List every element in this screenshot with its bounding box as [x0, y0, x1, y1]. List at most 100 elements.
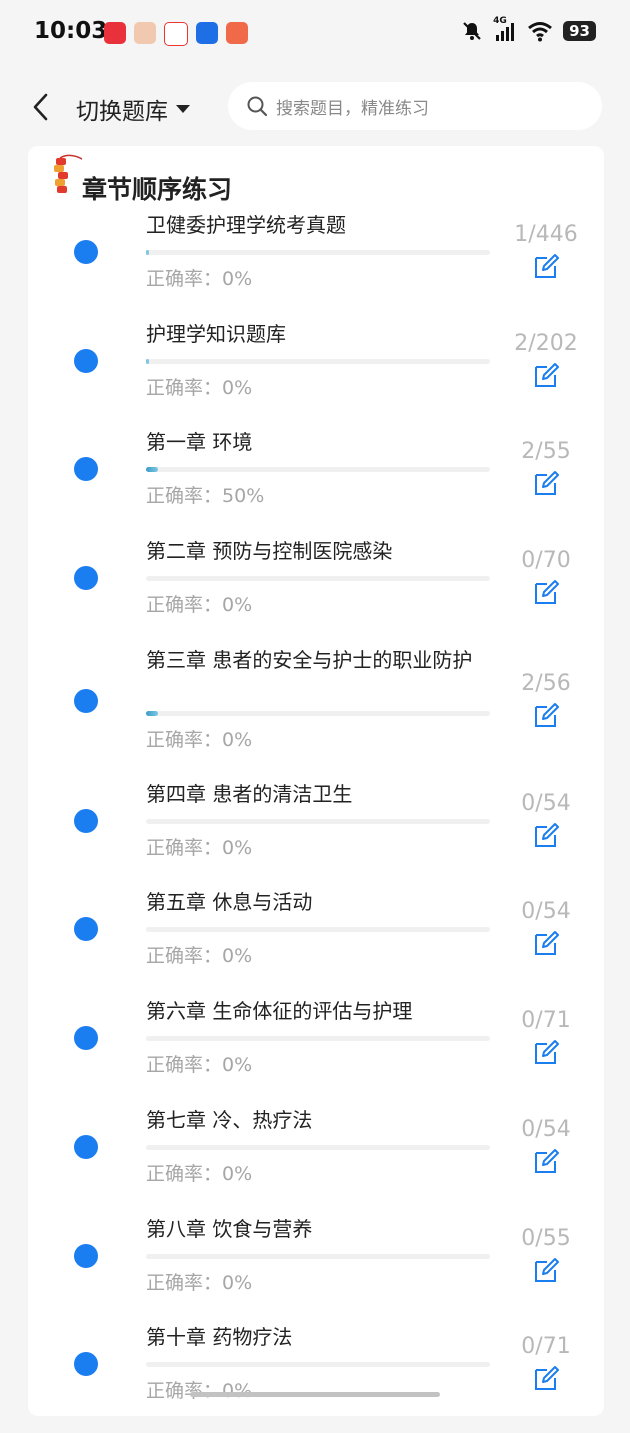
- chapter-row[interactable]: 第一章 环境 正确率：50% 2/55: [28, 429, 604, 538]
- mute-bell-icon: [463, 22, 481, 40]
- edit-icon[interactable]: [532, 252, 560, 280]
- chapter-row[interactable]: 第十章 药物疗法 正确率：0% 0/71: [28, 1324, 604, 1433]
- accuracy-value: 0%: [222, 1271, 253, 1294]
- progress-count: 2/202: [514, 330, 578, 356]
- status-dot: [74, 1243, 98, 1268]
- accuracy-label: 正确率：: [146, 1162, 223, 1185]
- edit-icon[interactable]: [532, 701, 560, 729]
- accuracy-value: 0%: [222, 594, 253, 617]
- accuracy-label: 正确率：: [146, 268, 223, 290]
- accuracy-label: 正确率：: [146, 594, 223, 617]
- app-icon: [164, 22, 188, 46]
- progress-bar: [146, 1036, 490, 1042]
- accuracy-label: 正确率：: [146, 1054, 223, 1077]
- edit-icon[interactable]: [532, 1038, 560, 1066]
- progress-fill: [146, 710, 159, 716]
- chapter-row[interactable]: 第六章 生命体征的评估与护理 正确率：0% 0/71: [28, 998, 604, 1107]
- status-time: 10:03: [34, 18, 108, 44]
- status-dot: [74, 688, 98, 713]
- search-input[interactable]: 搜索题目，精准练习: [228, 82, 602, 130]
- chapter-title: 第十章 药物疗法: [146, 1325, 293, 1350]
- section-title: 章节顺序练习: [82, 175, 233, 204]
- chapter-row[interactable]: 卫健委护理学统考真题 正确率：0% 1/446: [28, 212, 604, 321]
- accuracy-value: 0%: [222, 1162, 253, 1185]
- edit-icon[interactable]: [532, 821, 560, 849]
- progress-count: 2/55: [521, 439, 571, 465]
- search-icon: [247, 96, 268, 117]
- progress-count: 1/446: [514, 222, 578, 247]
- wifi-icon: [528, 22, 553, 42]
- progress-fill: [146, 467, 159, 473]
- battery-icon: 93: [563, 21, 596, 41]
- progress-bar: [146, 576, 490, 582]
- edit-icon[interactable]: [532, 1147, 560, 1175]
- edit-icon[interactable]: [532, 469, 560, 497]
- progress-count: 0/71: [521, 1334, 571, 1360]
- app-icon: [104, 22, 126, 44]
- chevron-left-icon[interactable]: [26, 90, 56, 124]
- switch-bank-label: 切换题库: [76, 99, 168, 125]
- status-bar: 10:03 4G 93: [0, 0, 630, 68]
- progress-bar: [146, 1253, 490, 1259]
- accuracy-value: 0%: [222, 1054, 253, 1077]
- app-icon: [134, 22, 156, 44]
- app-icon: [196, 22, 218, 44]
- home-indicator[interactable]: [190, 1392, 440, 1397]
- chapter-title: 第三章 患者的安全与护士的职业防护: [146, 647, 473, 672]
- accuracy-label: 正确率：: [146, 1271, 223, 1294]
- progress-bar: [146, 1362, 490, 1368]
- status-dot: [74, 348, 98, 373]
- accuracy-text: 正确率：0%: [146, 1050, 252, 1077]
- accuracy-value: 0%: [222, 836, 253, 859]
- accuracy-text: 正确率：0%: [146, 941, 252, 968]
- chapter-title: 卫健委护理学统考真题: [146, 213, 346, 237]
- chapter-title: 第五章 休息与活动: [146, 890, 313, 915]
- switch-bank-dropdown[interactable]: 切换题库: [76, 92, 190, 126]
- accuracy-text: 正确率：50%: [146, 481, 264, 508]
- accuracy-text: 正确率：0%: [146, 1376, 252, 1403]
- progress-count: 0/54: [521, 790, 571, 816]
- chapter-list: 卫健委护理学统考真题 正确率：0% 1/446 护理学知识题库 正确率：0% 2…: [28, 212, 604, 1433]
- progress-bar: [146, 818, 490, 824]
- progress-count: 0/55: [521, 1225, 571, 1251]
- chapter-row[interactable]: 第八章 饮食与营养 正确率：0% 0/55: [28, 1216, 604, 1325]
- chapter-row[interactable]: 第七章 冷、热疗法 正确率：0% 0/54: [28, 1107, 604, 1216]
- chapter-title: 第一章 环境: [146, 430, 253, 455]
- chapter-title: 第四章 患者的清洁卫生: [146, 781, 353, 806]
- edit-icon[interactable]: [532, 929, 560, 957]
- chapter-row[interactable]: 护理学知识题库 正确率：0% 2/202: [28, 321, 604, 430]
- app-icon: [226, 22, 248, 44]
- progress-bar: [146, 710, 490, 716]
- chapter-row[interactable]: 第三章 患者的安全与护士的职业防护 正确率：0% 2/56: [28, 647, 604, 781]
- status-dot: [74, 1134, 98, 1159]
- chapter-row[interactable]: 第五章 休息与活动 正确率：0% 0/54: [28, 889, 604, 998]
- edit-icon[interactable]: [532, 578, 560, 606]
- accuracy-text: 正确率：0%: [146, 1159, 252, 1186]
- firecracker-icon: [54, 154, 82, 193]
- status-dot: [74, 240, 98, 264]
- progress-count: 2/56: [521, 670, 571, 696]
- chapter-title: 护理学知识题库: [146, 321, 286, 346]
- edit-icon[interactable]: [532, 1256, 560, 1284]
- accuracy-value: 0%: [222, 945, 253, 968]
- status-indicators: 4G 93: [461, 16, 596, 42]
- progress-bar: [146, 927, 490, 933]
- notification-app-icons: [104, 22, 248, 46]
- accuracy-value: 0%: [222, 376, 253, 399]
- edit-icon[interactable]: [532, 1364, 560, 1392]
- chapter-title: 第二章 预防与控制医院感染: [146, 539, 393, 564]
- progress-bar: [146, 358, 490, 364]
- accuracy-value: 0%: [222, 268, 253, 290]
- chapter-row[interactable]: 第四章 患者的清洁卫生 正确率：0% 0/54: [28, 781, 604, 890]
- accuracy-text: 正确率：0%: [146, 725, 252, 752]
- progress-bar: [146, 1144, 490, 1150]
- chapter-row[interactable]: 第二章 预防与控制医院感染 正确率：0% 0/70: [28, 538, 604, 647]
- edit-icon[interactable]: [532, 361, 560, 389]
- accuracy-text: 正确率：0%: [146, 264, 252, 291]
- progress-fill: [146, 358, 150, 364]
- progress-fill: [146, 250, 149, 255]
- signal-icon: 4G: [493, 16, 517, 42]
- status-dot: [74, 1352, 98, 1377]
- accuracy-text: 正确率：0%: [146, 373, 252, 400]
- accuracy-label: 正确率：: [146, 728, 223, 751]
